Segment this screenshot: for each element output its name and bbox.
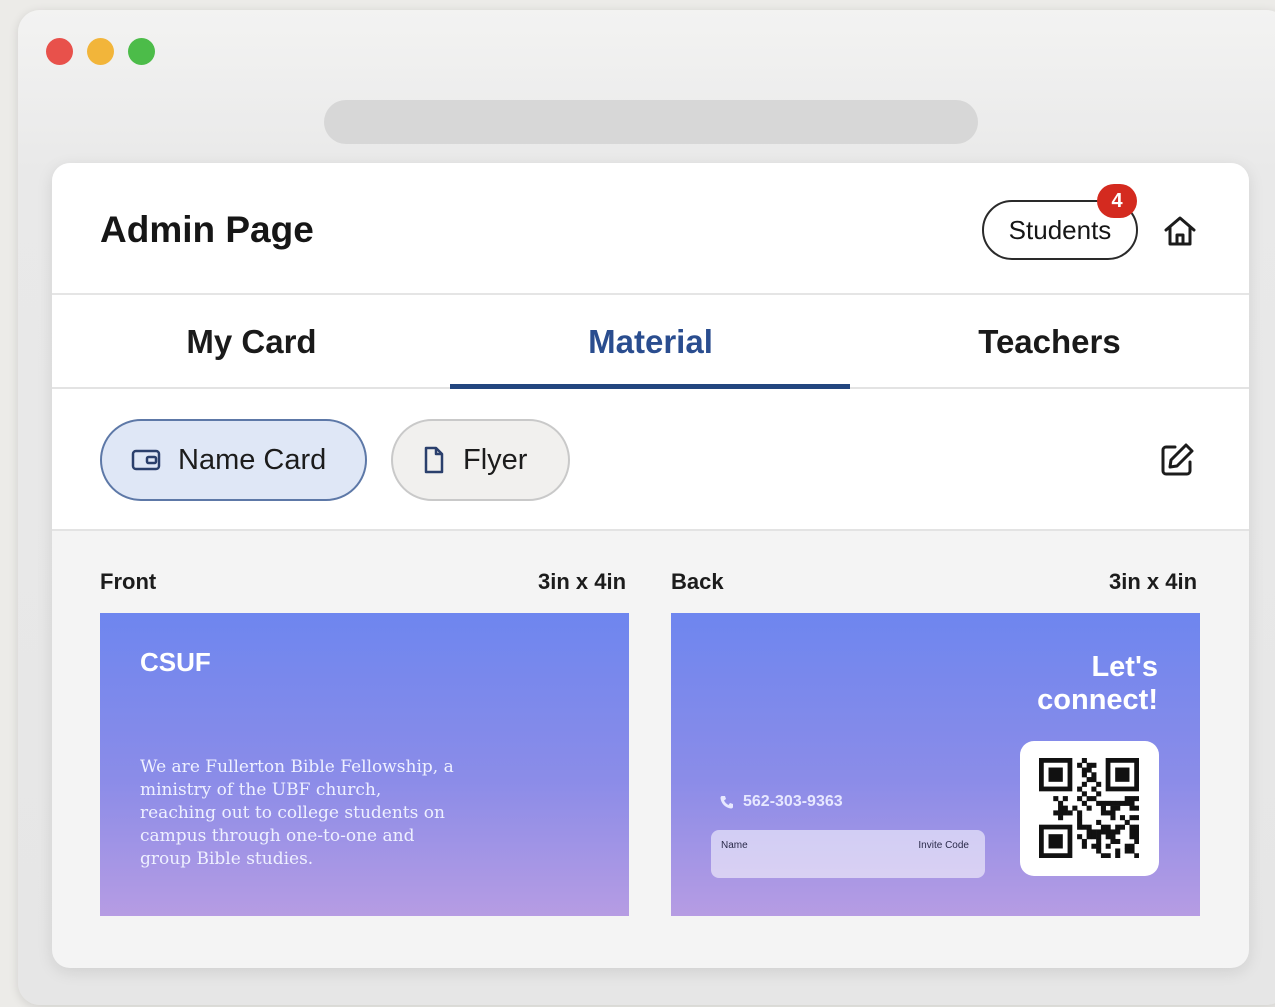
name-field-label: Name	[721, 840, 748, 851]
name-card-chip[interactable]: Name Card	[100, 419, 367, 501]
maximize-window-button[interactable]	[128, 38, 155, 65]
qr-code-container	[1020, 741, 1159, 876]
flyer-chip-label: Flyer	[463, 443, 528, 476]
students-button-label: Students	[1008, 214, 1112, 245]
card-front-description: We are Fullerton Bible Fellowship, a min…	[140, 757, 454, 869]
card-icon	[131, 449, 161, 471]
tab-material[interactable]: Material	[451, 295, 850, 389]
phone-icon	[720, 796, 733, 809]
name-card-front-preview[interactable]: CSUF We are Fullerton Bible Fellowship, …	[100, 613, 629, 916]
close-window-button[interactable]	[46, 38, 73, 65]
admin-panel: Admin Page Students 4 My Card Material T…	[52, 163, 1249, 968]
card-front-title: CSUF	[140, 647, 211, 677]
tab-bar: My Card Material Teachers	[52, 295, 1249, 389]
phone-number: 562-303-9363	[743, 793, 843, 810]
page-header: Admin Page Students 4	[52, 163, 1249, 295]
address-bar[interactable]	[324, 100, 978, 144]
tab-teachers[interactable]: Teachers	[850, 295, 1249, 389]
back-label: Back	[671, 569, 724, 594]
minimize-window-button[interactable]	[87, 38, 114, 65]
card-back-info-box: Name Invite Code	[711, 830, 985, 878]
qr-code-icon	[1039, 758, 1139, 858]
students-count-badge: 4	[1097, 184, 1137, 218]
document-icon	[424, 446, 444, 474]
invite-code-label: Invite Code	[918, 840, 969, 851]
tab-my-card[interactable]: My Card	[52, 295, 451, 389]
name-card-chip-label: Name Card	[178, 443, 327, 476]
page-title: Admin Page	[100, 209, 314, 250]
material-filter-bar: Name Card Flyer	[52, 389, 1249, 531]
edit-icon[interactable]	[1158, 441, 1196, 479]
flyer-chip[interactable]: Flyer	[391, 419, 570, 501]
window-controls	[46, 38, 155, 65]
front-label: Front	[100, 569, 157, 594]
card-back-headline: Let's connect!	[1037, 651, 1158, 716]
front-size-label: 3in x 4in	[538, 569, 627, 594]
card-back-phone: 562-303-9363	[719, 793, 843, 811]
back-size-label: 3in x 4in	[1109, 569, 1198, 594]
name-card-back-preview[interactable]: Let's connect! 562-303-9363 Name Invite …	[671, 613, 1200, 916]
home-icon[interactable]	[1160, 211, 1200, 251]
